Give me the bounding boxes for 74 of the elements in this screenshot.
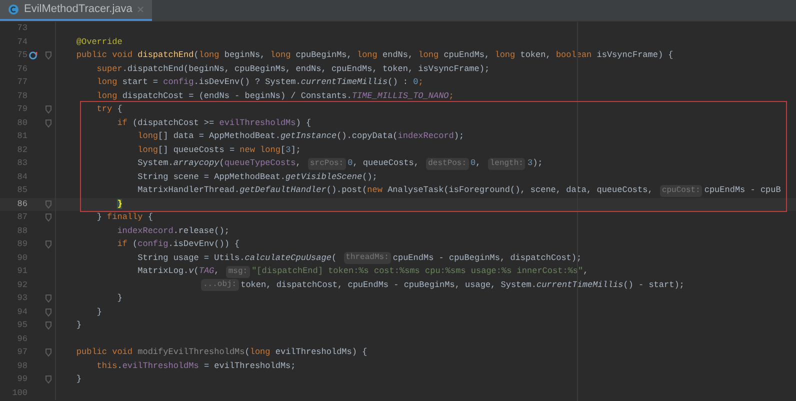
line-number: 98 <box>16 360 28 373</box>
line-number: 79 <box>16 103 28 116</box>
parameter-hint: destPos: <box>426 158 469 170</box>
code-line: } <box>75 319 82 332</box>
class-file-icon <box>8 4 19 15</box>
parameter-hint: threadMs: <box>344 252 391 264</box>
line-number: 76 <box>16 62 28 76</box>
fold-marker-icon[interactable] <box>44 375 52 384</box>
close-icon[interactable] <box>137 6 144 13</box>
line-number: 100 <box>11 386 28 400</box>
code-line: String scene = AppMethodBeat.getVisibleScene(); <box>136 170 378 184</box>
line-number: 85 <box>16 184 28 198</box>
line-number: 93 <box>16 292 28 306</box>
fold-marker-icon[interactable] <box>44 118 52 128</box>
line-number: 77 <box>16 76 28 90</box>
parameter-hint: length: <box>488 158 526 170</box>
fold-marker-icon[interactable] <box>44 308 52 317</box>
line-number: 89 <box>16 238 28 252</box>
code-line: @Override <box>75 36 122 49</box>
code-line: this.evilThresholdMs = evilThresholdMs; <box>96 360 296 373</box>
code-line: public void modifyEvilThresholdMs(long evilThresholdMs) { <box>75 346 368 360</box>
parameter-hint: msg: <box>226 266 250 278</box>
line-number: 82 <box>16 144 28 157</box>
line-number: 94 <box>16 306 28 319</box>
code-line: long[] queueCosts = new long[3]; <box>136 144 301 157</box>
code-line: MatrixHandlerThread.getDefaultHandler().post(new AnalyseTask(isForeground(), scene, data, queueCosts, cpuCost: cpuEndMs - cpuB <box>136 184 781 198</box>
parameter-hint: srcPos: <box>308 158 346 170</box>
code-line: if (config.isDevEnv()) { <box>116 238 240 252</box>
line-number: 91 <box>16 265 28 278</box>
code-line: } finally { <box>96 211 153 224</box>
code-line: if (dispatchCost >= evilThresholdMs) { <box>116 116 312 130</box>
parameter-hint: ...obj: <box>201 279 239 292</box>
code-line: long[] data = AppMethodBeat.getInstance().copyData(indexRecord); <box>136 130 464 144</box>
code-line: String usage = Utils.calculateCpuUsage( threadMs: cpuEndMs - cpuBeginMs, dispatchCost); <box>136 252 582 265</box>
line-number: 97 <box>16 346 28 360</box>
line-number: 84 <box>16 170 28 184</box>
line-number: 90 <box>16 252 28 265</box>
fold-marker-icon[interactable] <box>44 105 52 114</box>
fold-marker-icon[interactable] <box>44 294 52 304</box>
line-number: 88 <box>16 224 28 238</box>
editor-tab[interactable]: EvilMethodTracer.java <box>0 0 152 21</box>
code-line: try { <box>96 103 122 116</box>
line-number: 83 <box>16 157 28 170</box>
line-number: 92 <box>16 278 28 292</box>
override-marker-icon[interactable] <box>29 51 40 60</box>
fold-marker-icon[interactable] <box>44 213 52 222</box>
code-line: long dispatchCost = (endNs - beginNs) / Constants.TIME_MILLIS_TO_NANO; <box>96 90 454 103</box>
code-line: } <box>96 306 102 319</box>
line-number: 87 <box>16 211 28 224</box>
code-line: } <box>116 292 122 306</box>
parameter-hint: cpuCost: <box>660 184 702 197</box>
code-line: ...obj: token, dispatchCost, cpuEndMs - cpuBeginMs, usage, System.currentTimeMillis() - start); <box>200 278 684 292</box>
fold-marker-icon[interactable] <box>44 240 52 250</box>
line-number: 96 <box>16 332 28 346</box>
code-line: System.arraycopy(queueTypeCosts, srcPos: 0, queueCosts, destPos: 0, length: 3); <box>136 157 543 170</box>
fold-marker-icon[interactable] <box>44 321 52 330</box>
line-number: 81 <box>16 130 28 144</box>
line-number: 99 <box>16 373 28 386</box>
line-number: 73 <box>16 22 28 36</box>
line-number: 74 <box>16 36 28 49</box>
code-line: MatrixLog.v(TAG, msg: "[dispatchEnd] token:%s cost:%sms cpu:%sms usage:%s innerCost:%s", <box>136 265 588 278</box>
line-number: 95 <box>16 319 28 332</box>
fold-marker-icon[interactable] <box>44 200 52 209</box>
code-line: long start = config.isDevEnv() ? System.currentTimeMillis() : 0; <box>96 76 424 90</box>
line-number: 75 <box>16 49 28 62</box>
line-number: 80 <box>16 116 28 130</box>
line-number: 78 <box>16 90 28 103</box>
line-number: 86 <box>16 198 28 211</box>
fold-marker-icon[interactable] <box>44 348 52 358</box>
tab-title: EvilMethodTracer.java <box>24 2 132 18</box>
code-line: } <box>75 373 82 386</box>
fold-marker-icon[interactable] <box>44 51 52 60</box>
code-line: super.dispatchEnd(beginNs, cpuBeginMs, endNs, cpuEndMs, token, isVsyncFrame); <box>96 62 490 76</box>
code-line: indexRecord.release(); <box>116 224 230 238</box>
